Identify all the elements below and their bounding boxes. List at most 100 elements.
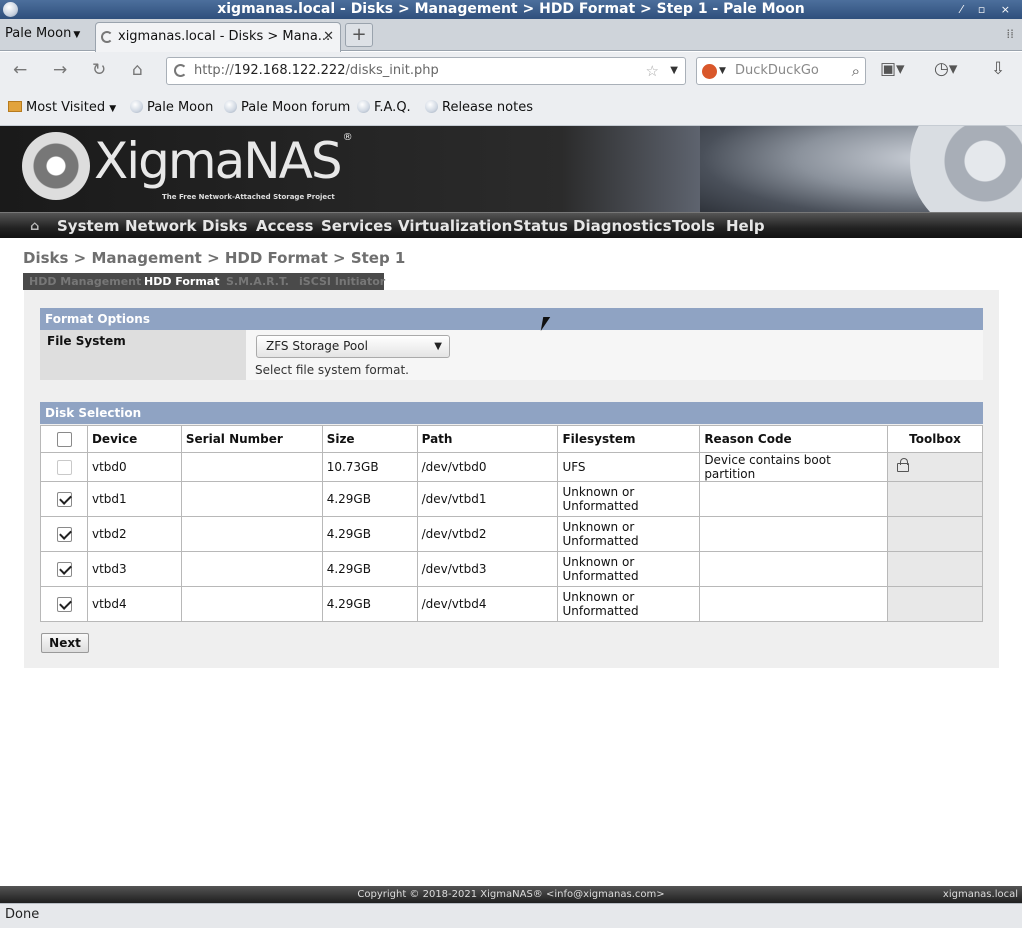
column-header-filesystem[interactable]: Filesystem: [557, 425, 701, 453]
bookmark-most-visited[interactable]: Most Visited ▼: [8, 100, 116, 115]
next-button[interactable]: Next: [41, 633, 89, 653]
cell-serial: [180, 586, 323, 622]
column-header-device[interactable]: Device: [86, 425, 182, 453]
column-header-serial[interactable]: Serial Number: [180, 425, 323, 453]
browser-tab[interactable]: xigmanas.local - Disks > Mana... ✕: [95, 22, 341, 52]
search-bar[interactable]: ▼ DuckDuckGo ⌕: [696, 57, 866, 85]
cell-device: vtbd4: [86, 586, 182, 622]
bookmarks-menu-icon[interactable]: ▣▾: [880, 59, 905, 79]
file-system-row: File System ZFS Storage Pool ▼ Select fi…: [40, 330, 983, 380]
tab-smart[interactable]: S.M.A.R.T.: [226, 275, 289, 288]
app-menu-button[interactable]: Pale Moon ▼: [5, 26, 80, 41]
table-row: vtbd3 4.29GB /dev/vtbd3 Unknown or Unfor…: [40, 551, 983, 587]
cell-path: /dev/vtbd1: [416, 481, 559, 517]
close-tab-icon[interactable]: ✕: [323, 23, 334, 51]
row-select-cell: [40, 452, 88, 482]
cell-size: 4.29GB: [321, 586, 418, 622]
row-checkbox: [57, 459, 72, 475]
cell-device: vtbd0: [86, 452, 182, 482]
menu-disks[interactable]: Disks: [202, 217, 247, 235]
menu-help[interactable]: Help: [726, 217, 765, 235]
bookmark-star-icon[interactable]: ☆: [646, 58, 659, 84]
chevron-down-icon[interactable]: ▼: [719, 58, 726, 84]
row-select-cell: [40, 516, 88, 552]
new-tab-button[interactable]: +: [345, 23, 373, 47]
hard-drive-platter-image: [910, 126, 1022, 212]
window-menu-icon[interactable]: [3, 2, 18, 17]
bookmark-label: Pale Moon: [147, 100, 214, 115]
table-row: vtbd0 10.73GB /dev/vtbd0 UFS Device cont…: [40, 452, 983, 482]
cell-toolbox: [887, 551, 983, 587]
url-history-dropdown-icon[interactable]: ▼: [670, 58, 678, 84]
cell-size: 4.29GB: [321, 551, 418, 587]
home-icon[interactable]: ⌂: [132, 60, 143, 80]
row-checkbox[interactable]: [57, 526, 72, 542]
column-header-size[interactable]: Size: [321, 425, 418, 453]
site-identity-icon[interactable]: [174, 64, 187, 77]
cell-size: 4.29GB: [321, 516, 418, 552]
table-row: vtbd2 4.29GB /dev/vtbd2 Unknown or Unfor…: [40, 516, 983, 552]
forward-icon[interactable]: →: [53, 60, 67, 80]
url-bar[interactable]: http://192.168.122.222/disks_init.php ☆ …: [166, 57, 686, 85]
menu-status[interactable]: Status: [513, 217, 568, 235]
page-title: Disks > Management > HDD Format > Step 1: [23, 249, 406, 267]
page-footer: Copyright © 2018-2021 XigmaNAS® <info@xi…: [0, 886, 1022, 903]
logo-text: XigmaNAS: [94, 132, 343, 190]
search-engine-icon[interactable]: [702, 64, 717, 79]
footer-hostname: xigmanas.local: [942, 889, 1018, 900]
bookmark-label: Release notes: [442, 100, 533, 115]
menu-network[interactable]: Network: [125, 217, 196, 235]
file-system-select[interactable]: ZFS Storage Pool ▼: [256, 335, 450, 358]
logo-tagline: The Free Network-Attached Storage Projec…: [162, 193, 335, 201]
tab-list-icon[interactable]: ⁞⁞: [1006, 27, 1014, 41]
bookmark-pale-moon[interactable]: Pale Moon: [130, 100, 213, 115]
bookmark-label: Most Visited: [26, 100, 106, 115]
window-titlebar: xigmanas.local - Disks > Management > HD…: [0, 0, 1022, 19]
cell-toolbox: [887, 481, 983, 517]
window-controls-icon[interactable]: ⁄ ▫ ×: [960, 0, 1016, 19]
xigmanas-logo-icon: [22, 132, 90, 200]
cell-device: vtbd3: [86, 551, 182, 587]
select-all-cell: [40, 425, 88, 453]
tab-hdd-format[interactable]: HDD Format: [144, 275, 220, 288]
menu-services[interactable]: Services: [321, 217, 392, 235]
tab-iscsi-initiator[interactable]: iSCSI Initiator: [299, 275, 385, 288]
cell-device: vtbd1: [86, 481, 182, 517]
menu-access[interactable]: Access: [256, 217, 313, 235]
history-icon[interactable]: ◷▾: [934, 59, 957, 79]
cell-device: vtbd2: [86, 516, 182, 552]
column-header-path[interactable]: Path: [416, 425, 559, 453]
select-all-checkbox[interactable]: [57, 431, 72, 447]
xigmanas-logo[interactable]: XigmaNAS ®: [94, 132, 353, 190]
search-icon[interactable]: ⌕: [852, 58, 860, 84]
app-menu-label: Pale Moon: [5, 26, 72, 41]
reload-icon[interactable]: ↻: [92, 60, 106, 80]
tab-title: xigmanas.local - Disks > Mana...: [118, 29, 331, 44]
menu-diagnostics[interactable]: Diagnostics: [573, 217, 672, 235]
folder-icon: [8, 101, 22, 112]
url-prefix: http://: [194, 63, 234, 78]
menu-tools[interactable]: Tools: [672, 217, 715, 235]
cell-path: /dev/vtbd0: [416, 452, 559, 482]
disk-table: Device Serial Number Size Path Filesyste…: [40, 425, 983, 622]
bookmark-faq[interactable]: F.A.Q.: [357, 100, 411, 115]
row-checkbox[interactable]: [57, 596, 72, 612]
menu-virtualization[interactable]: Virtualization: [398, 217, 512, 235]
menu-system[interactable]: System: [57, 217, 119, 235]
back-icon[interactable]: ←: [13, 60, 27, 80]
row-checkbox[interactable]: [57, 561, 72, 577]
row-checkbox[interactable]: [57, 491, 72, 507]
column-header-reason[interactable]: Reason Code: [699, 425, 889, 453]
bookmark-release-notes[interactable]: Release notes: [425, 100, 533, 115]
downloads-icon[interactable]: ⇩: [991, 59, 1005, 79]
cell-toolbox: [887, 586, 983, 622]
cell-filesystem: Unknown or Unformatted: [557, 551, 701, 587]
tab-hdd-management[interactable]: HDD Management: [29, 275, 141, 288]
bookmark-pale-moon-forum[interactable]: Pale Moon forum: [224, 100, 350, 115]
globe-icon: [357, 100, 370, 113]
chevron-down-icon: ▼: [434, 341, 442, 352]
file-system-hint: Select file system format.: [255, 363, 409, 377]
file-system-selected-value: ZFS Storage Pool: [266, 339, 368, 353]
menu-home-icon[interactable]: ⌂: [30, 219, 39, 234]
cell-serial: [180, 551, 323, 587]
